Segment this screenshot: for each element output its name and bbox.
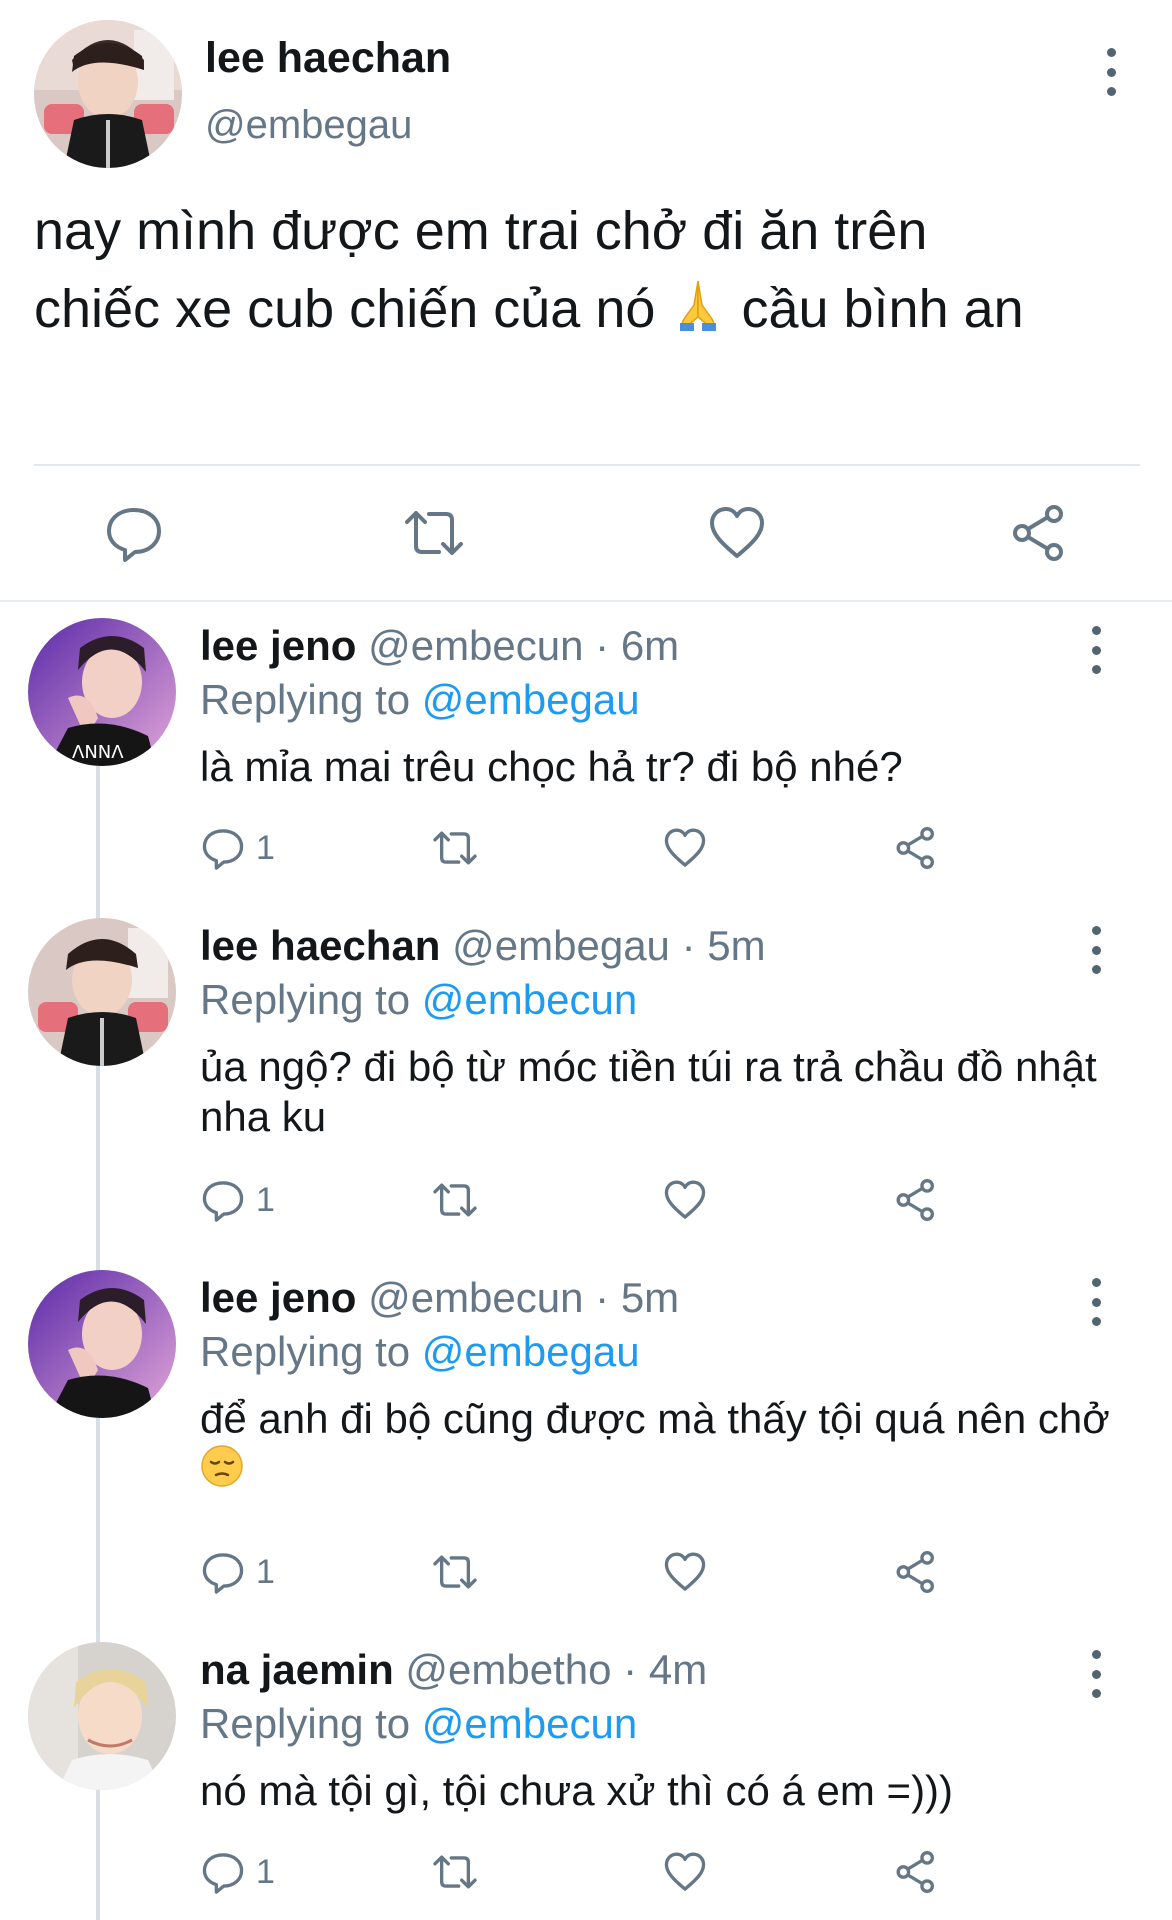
replying-label: Replying to xyxy=(200,1700,411,1747)
retweet-icon[interactable] xyxy=(430,824,480,872)
like-icon[interactable] xyxy=(706,502,768,564)
reply-icon[interactable] xyxy=(200,825,246,871)
reply-button[interactable]: 1 xyxy=(200,824,275,872)
more-options-icon[interactable] xyxy=(1090,1278,1102,1326)
pensive-face-icon xyxy=(200,1444,244,1499)
avatar[interactable]: ΛNNΛ xyxy=(28,618,176,766)
reply-text: là mỉa mai trêu chọc hả tr? đi bộ nhé? xyxy=(200,743,903,790)
reply-icon[interactable] xyxy=(200,1549,246,1595)
replying-to: Replying to @embecun xyxy=(200,976,637,1024)
like-icon[interactable] xyxy=(662,1848,708,1896)
like-icon[interactable] xyxy=(662,824,708,872)
more-options-icon[interactable] xyxy=(1090,626,1102,674)
reply-icon[interactable] xyxy=(200,1849,246,1895)
tweet-text-part: cầu bình an xyxy=(741,279,1024,339)
reply-icon[interactable] xyxy=(200,1177,246,1223)
author-meta: @embecun · 5m xyxy=(368,1274,680,1321)
tweet-text: nay mình được em trai chở đi ăn trên chi… xyxy=(34,192,1144,352)
share-icon[interactable] xyxy=(893,1176,939,1224)
divider xyxy=(34,464,1140,466)
mention-link[interactable]: @embecun xyxy=(422,1700,637,1747)
tweet-text-part: chiếc xe cub chiến của nó xyxy=(34,279,656,339)
tweet-text-line: chiếc xe cub chiến của nó cầu bình an xyxy=(34,270,1144,352)
retweet-icon[interactable] xyxy=(403,502,465,564)
avatar[interactable] xyxy=(28,1270,176,1418)
share-icon[interactable] xyxy=(893,1548,939,1596)
more-options-icon[interactable] xyxy=(1105,48,1117,96)
reply-text: ủa ngộ? đi bộ từ móc tiền túi ra trả chầ… xyxy=(200,1043,1097,1140)
reply-count: 1 xyxy=(256,828,275,867)
reply-text: để anh đi bộ cũng được mà thấy tội quá n… xyxy=(200,1394,1120,1499)
reply-text: nó mà tội gì, tội chưa xử thì có á em =)… xyxy=(200,1767,954,1814)
reply-header: na jaemin @embetho · 4m xyxy=(200,1646,707,1694)
avatar[interactable] xyxy=(28,1642,176,1790)
avatar[interactable] xyxy=(34,20,182,168)
replying-to: Replying to @embecun xyxy=(200,1700,637,1748)
retweet-icon[interactable] xyxy=(430,1848,480,1896)
replying-label: Replying to xyxy=(200,676,411,723)
reply-icon[interactable] xyxy=(103,502,165,564)
reply-button[interactable]: 1 xyxy=(200,1176,275,1224)
mention-link[interactable]: @embegau xyxy=(422,676,640,723)
author-name[interactable]: lee jeno xyxy=(200,1274,356,1321)
author-meta: @embetho · 4m xyxy=(405,1646,708,1693)
more-options-icon[interactable] xyxy=(1090,926,1102,974)
replying-label: Replying to xyxy=(200,976,411,1023)
like-icon[interactable] xyxy=(662,1548,708,1596)
share-icon[interactable] xyxy=(1008,502,1070,564)
author-meta: @embecun · 6m xyxy=(368,622,680,669)
reply-button[interactable]: 1 xyxy=(200,1848,275,1896)
author-name[interactable]: lee haechan xyxy=(200,922,440,969)
reply-button[interactable]: 1 xyxy=(200,1548,275,1596)
svg-text:ΛNNΛ: ΛNNΛ xyxy=(72,742,124,763)
mention-link[interactable]: @embegau xyxy=(422,1328,640,1375)
replying-to: Replying to @embegau xyxy=(200,676,640,724)
replying-label: Replying to xyxy=(200,1328,411,1375)
reply-header: lee jeno @embecun · 6m xyxy=(200,622,679,670)
retweet-icon[interactable] xyxy=(430,1176,480,1224)
reply-text-content: để anh đi bộ cũng được mà thấy tội quá n… xyxy=(200,1395,1110,1442)
more-options-icon[interactable] xyxy=(1090,1650,1102,1698)
author-name[interactable]: lee haechan xyxy=(205,34,451,83)
share-icon[interactable] xyxy=(893,824,939,872)
author-name[interactable]: na jaemin xyxy=(200,1646,394,1693)
reply-header: lee haechan @embegau · 5m xyxy=(200,922,766,970)
mention-link[interactable]: @embecun xyxy=(422,976,637,1023)
author-meta: @embegau · 5m xyxy=(452,922,766,969)
reply-header: lee jeno @embecun · 5m xyxy=(200,1274,679,1322)
retweet-icon[interactable] xyxy=(430,1548,480,1596)
like-icon[interactable] xyxy=(662,1176,708,1224)
author-handle[interactable]: @embegau xyxy=(205,103,412,148)
folded-hands-icon xyxy=(670,274,726,352)
replying-to: Replying to @embegau xyxy=(200,1328,640,1376)
tweet-text-line: nay mình được em trai chở đi ăn trên xyxy=(34,201,928,261)
reply-count: 1 xyxy=(256,1180,275,1219)
reply-count: 1 xyxy=(256,1552,275,1591)
reply-count: 1 xyxy=(256,1852,275,1891)
avatar[interactable] xyxy=(28,918,176,1066)
divider xyxy=(0,600,1172,602)
share-icon[interactable] xyxy=(893,1848,939,1896)
author-name[interactable]: lee jeno xyxy=(200,622,356,669)
